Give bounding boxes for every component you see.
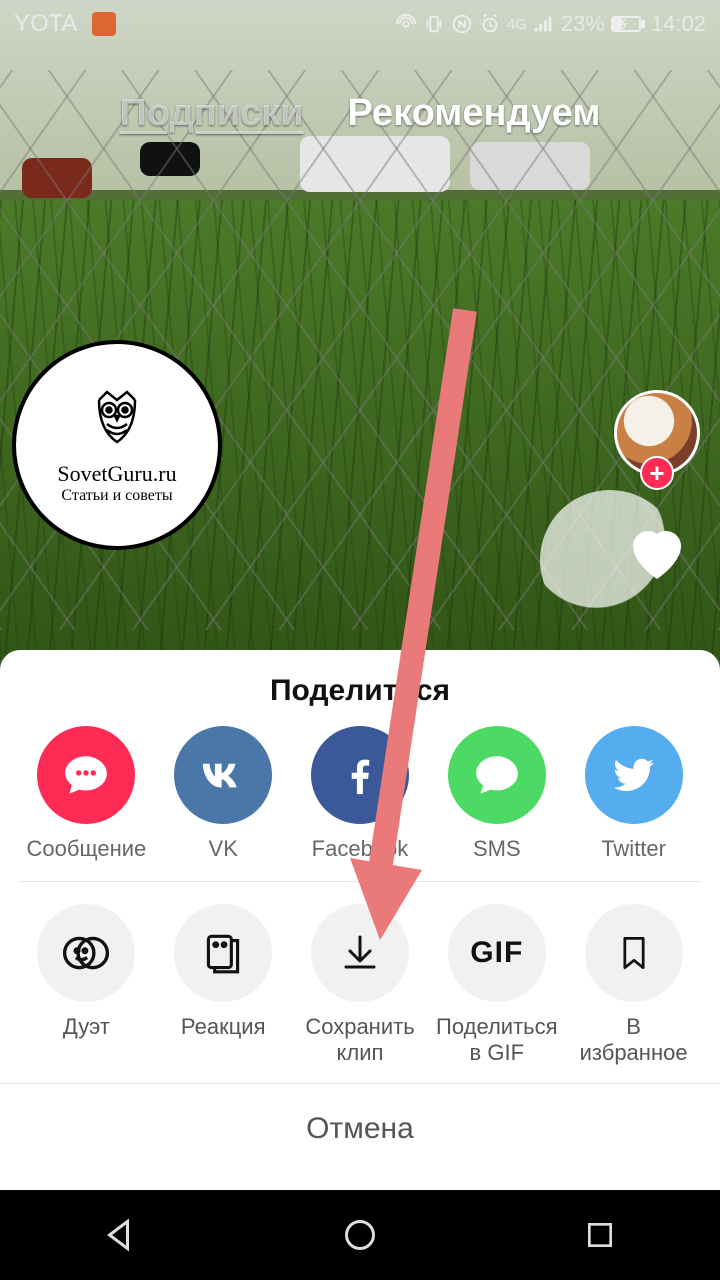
battery-percent: 23% xyxy=(561,11,605,37)
share-targets-row[interactable]: Сообщение VK Facebook SMS xyxy=(0,726,720,881)
cancel-bar: Отмена xyxy=(0,1083,720,1175)
feed-tabs: Подписки Рекомендуем xyxy=(0,92,720,135)
action-save-video[interactable]: Сохранить клип xyxy=(292,904,429,1065)
share-label: SMS xyxy=(473,836,521,861)
tab-following[interactable]: Подписки xyxy=(120,92,304,135)
watermark-badge: SovetGuru.ru Статьи и советы xyxy=(12,340,222,550)
gif-icon: GIF xyxy=(448,904,546,1002)
watermark-title: SovetGuru.ru xyxy=(57,461,176,487)
network-type-label: 4G xyxy=(507,17,527,32)
share-message[interactable]: Сообщение xyxy=(18,726,155,861)
android-nav-bar xyxy=(0,1190,720,1280)
bookmark-icon xyxy=(585,904,683,1002)
action-share-gif[interactable]: GIF Поделиться в GIF xyxy=(428,904,565,1065)
notification-dot-icon xyxy=(92,12,116,36)
action-favorite[interactable]: В избранное xyxy=(565,904,702,1065)
share-sheet-title: Поделиться xyxy=(0,650,720,726)
action-label: Дуэт xyxy=(63,1014,110,1039)
share-label: VK xyxy=(209,836,238,861)
owl-icon xyxy=(85,386,149,455)
status-bar: YOTA 4G 23% 14:02 xyxy=(0,0,720,48)
battery-icon xyxy=(611,15,645,33)
share-label: Facebook xyxy=(312,836,409,861)
duet-icon xyxy=(37,904,135,1002)
right-action-rail: + xyxy=(614,390,700,588)
action-reaction[interactable]: Реакция xyxy=(155,904,292,1065)
hotspot-icon xyxy=(395,13,417,35)
share-label: Twitter xyxy=(601,836,666,861)
watermark-subtitle: Статьи и советы xyxy=(61,487,172,505)
vk-icon xyxy=(174,726,272,824)
author-avatar[interactable]: + xyxy=(614,390,700,476)
cancel-button[interactable]: Отмена xyxy=(306,1112,414,1146)
download-icon xyxy=(311,904,409,1002)
share-vk[interactable]: VK xyxy=(155,726,292,861)
action-label: Сохранить клип xyxy=(305,1014,414,1065)
alarm-icon xyxy=(479,13,501,35)
nav-recents-button[interactable] xyxy=(574,1209,626,1261)
share-sms[interactable]: SMS xyxy=(428,726,565,861)
twitter-icon xyxy=(585,726,683,824)
nav-back-button[interactable] xyxy=(94,1209,146,1261)
reaction-icon xyxy=(174,904,272,1002)
carrier-label: YOTA xyxy=(14,10,78,38)
vibrate-icon xyxy=(423,13,445,35)
follow-plus-icon[interactable]: + xyxy=(640,456,674,490)
share-twitter[interactable]: Twitter xyxy=(565,726,702,861)
share-facebook[interactable]: Facebook xyxy=(292,726,429,861)
share-label: Сообщение xyxy=(27,836,147,861)
gif-text: GIF xyxy=(470,936,523,970)
message-icon xyxy=(37,726,135,824)
tab-for-you[interactable]: Рекомендуем xyxy=(348,92,601,135)
action-label: В избранное xyxy=(580,1014,688,1065)
action-label: Поделиться в GIF xyxy=(436,1014,557,1065)
facebook-icon xyxy=(311,726,409,824)
share-actions-row[interactable]: Дуэт Реакция Сохранить клип GIF Поделить… xyxy=(0,882,720,1083)
action-label: Реакция xyxy=(181,1014,266,1039)
clock-label: 14:02 xyxy=(651,11,706,37)
share-sheet: Поделиться Сообщение VK Facebook xyxy=(0,650,720,1190)
nfc-icon xyxy=(451,13,473,35)
sms-icon xyxy=(448,726,546,824)
signal-icon xyxy=(533,13,555,35)
app-screen: YOTA 4G 23% 14:02 xyxy=(0,0,720,1280)
like-heart-icon[interactable] xyxy=(621,516,693,588)
action-duet[interactable]: Дуэт xyxy=(18,904,155,1065)
nav-home-button[interactable] xyxy=(334,1209,386,1261)
